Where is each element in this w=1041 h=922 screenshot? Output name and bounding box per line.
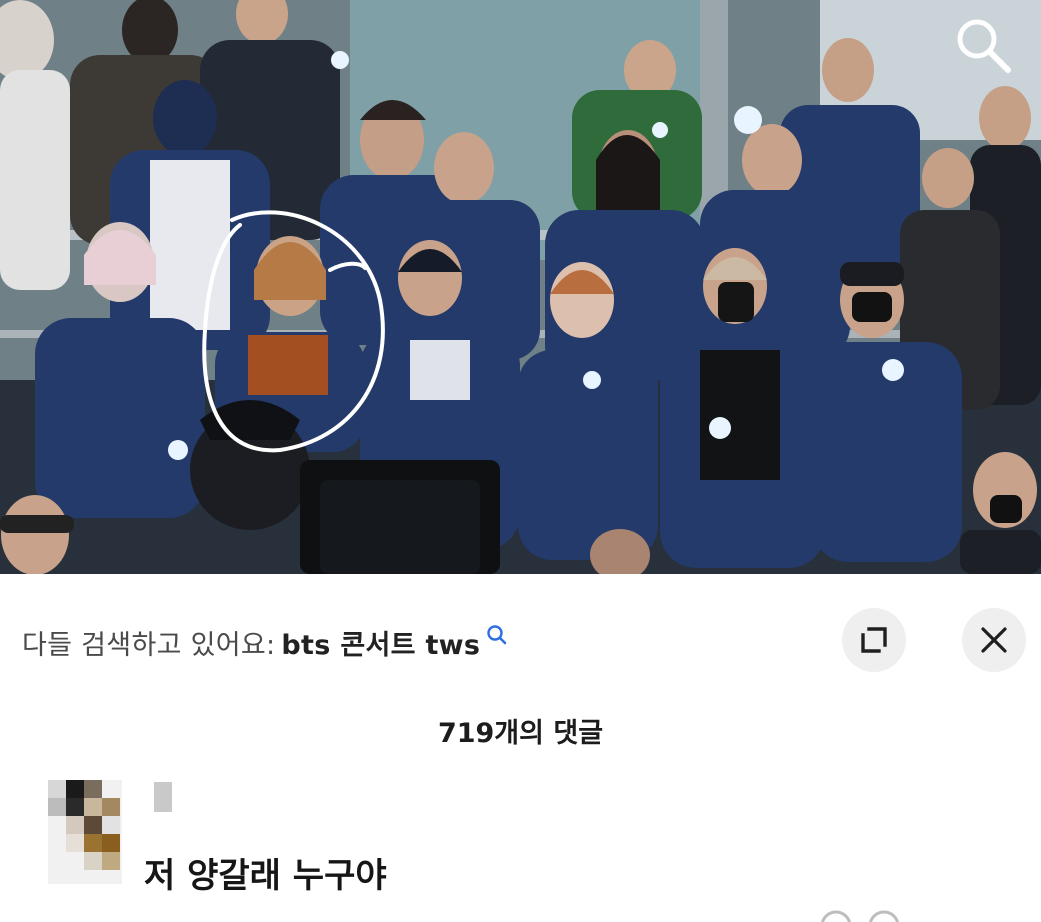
expand-icon [861,627,887,653]
reaction-icons-peek [821,910,899,922]
suggestion-query: bts 콘서트 tws [281,629,481,661]
concert-photo [0,0,1041,574]
close-button[interactable] [962,608,1026,672]
photo-search-button[interactable] [952,14,1018,80]
photo[interactable] [0,0,1041,574]
comment-count: 719개의 댓글 [437,718,604,749]
search-icon [487,625,507,645]
close-icon [981,627,1007,653]
avatar[interactable] [48,780,122,884]
search-icon [957,19,1011,73]
expand-button[interactable] [842,608,906,672]
search-suggestion[interactable]: 다들 검색하고 있어요: bts 콘서트 tws [22,622,508,662]
username-redacted [154,782,172,812]
pixelated-avatar [48,780,122,884]
comment-text: 저 양갈래 누구야 [144,856,387,896]
suggestion-prefix: 다들 검색하고 있어요: [22,629,276,661]
